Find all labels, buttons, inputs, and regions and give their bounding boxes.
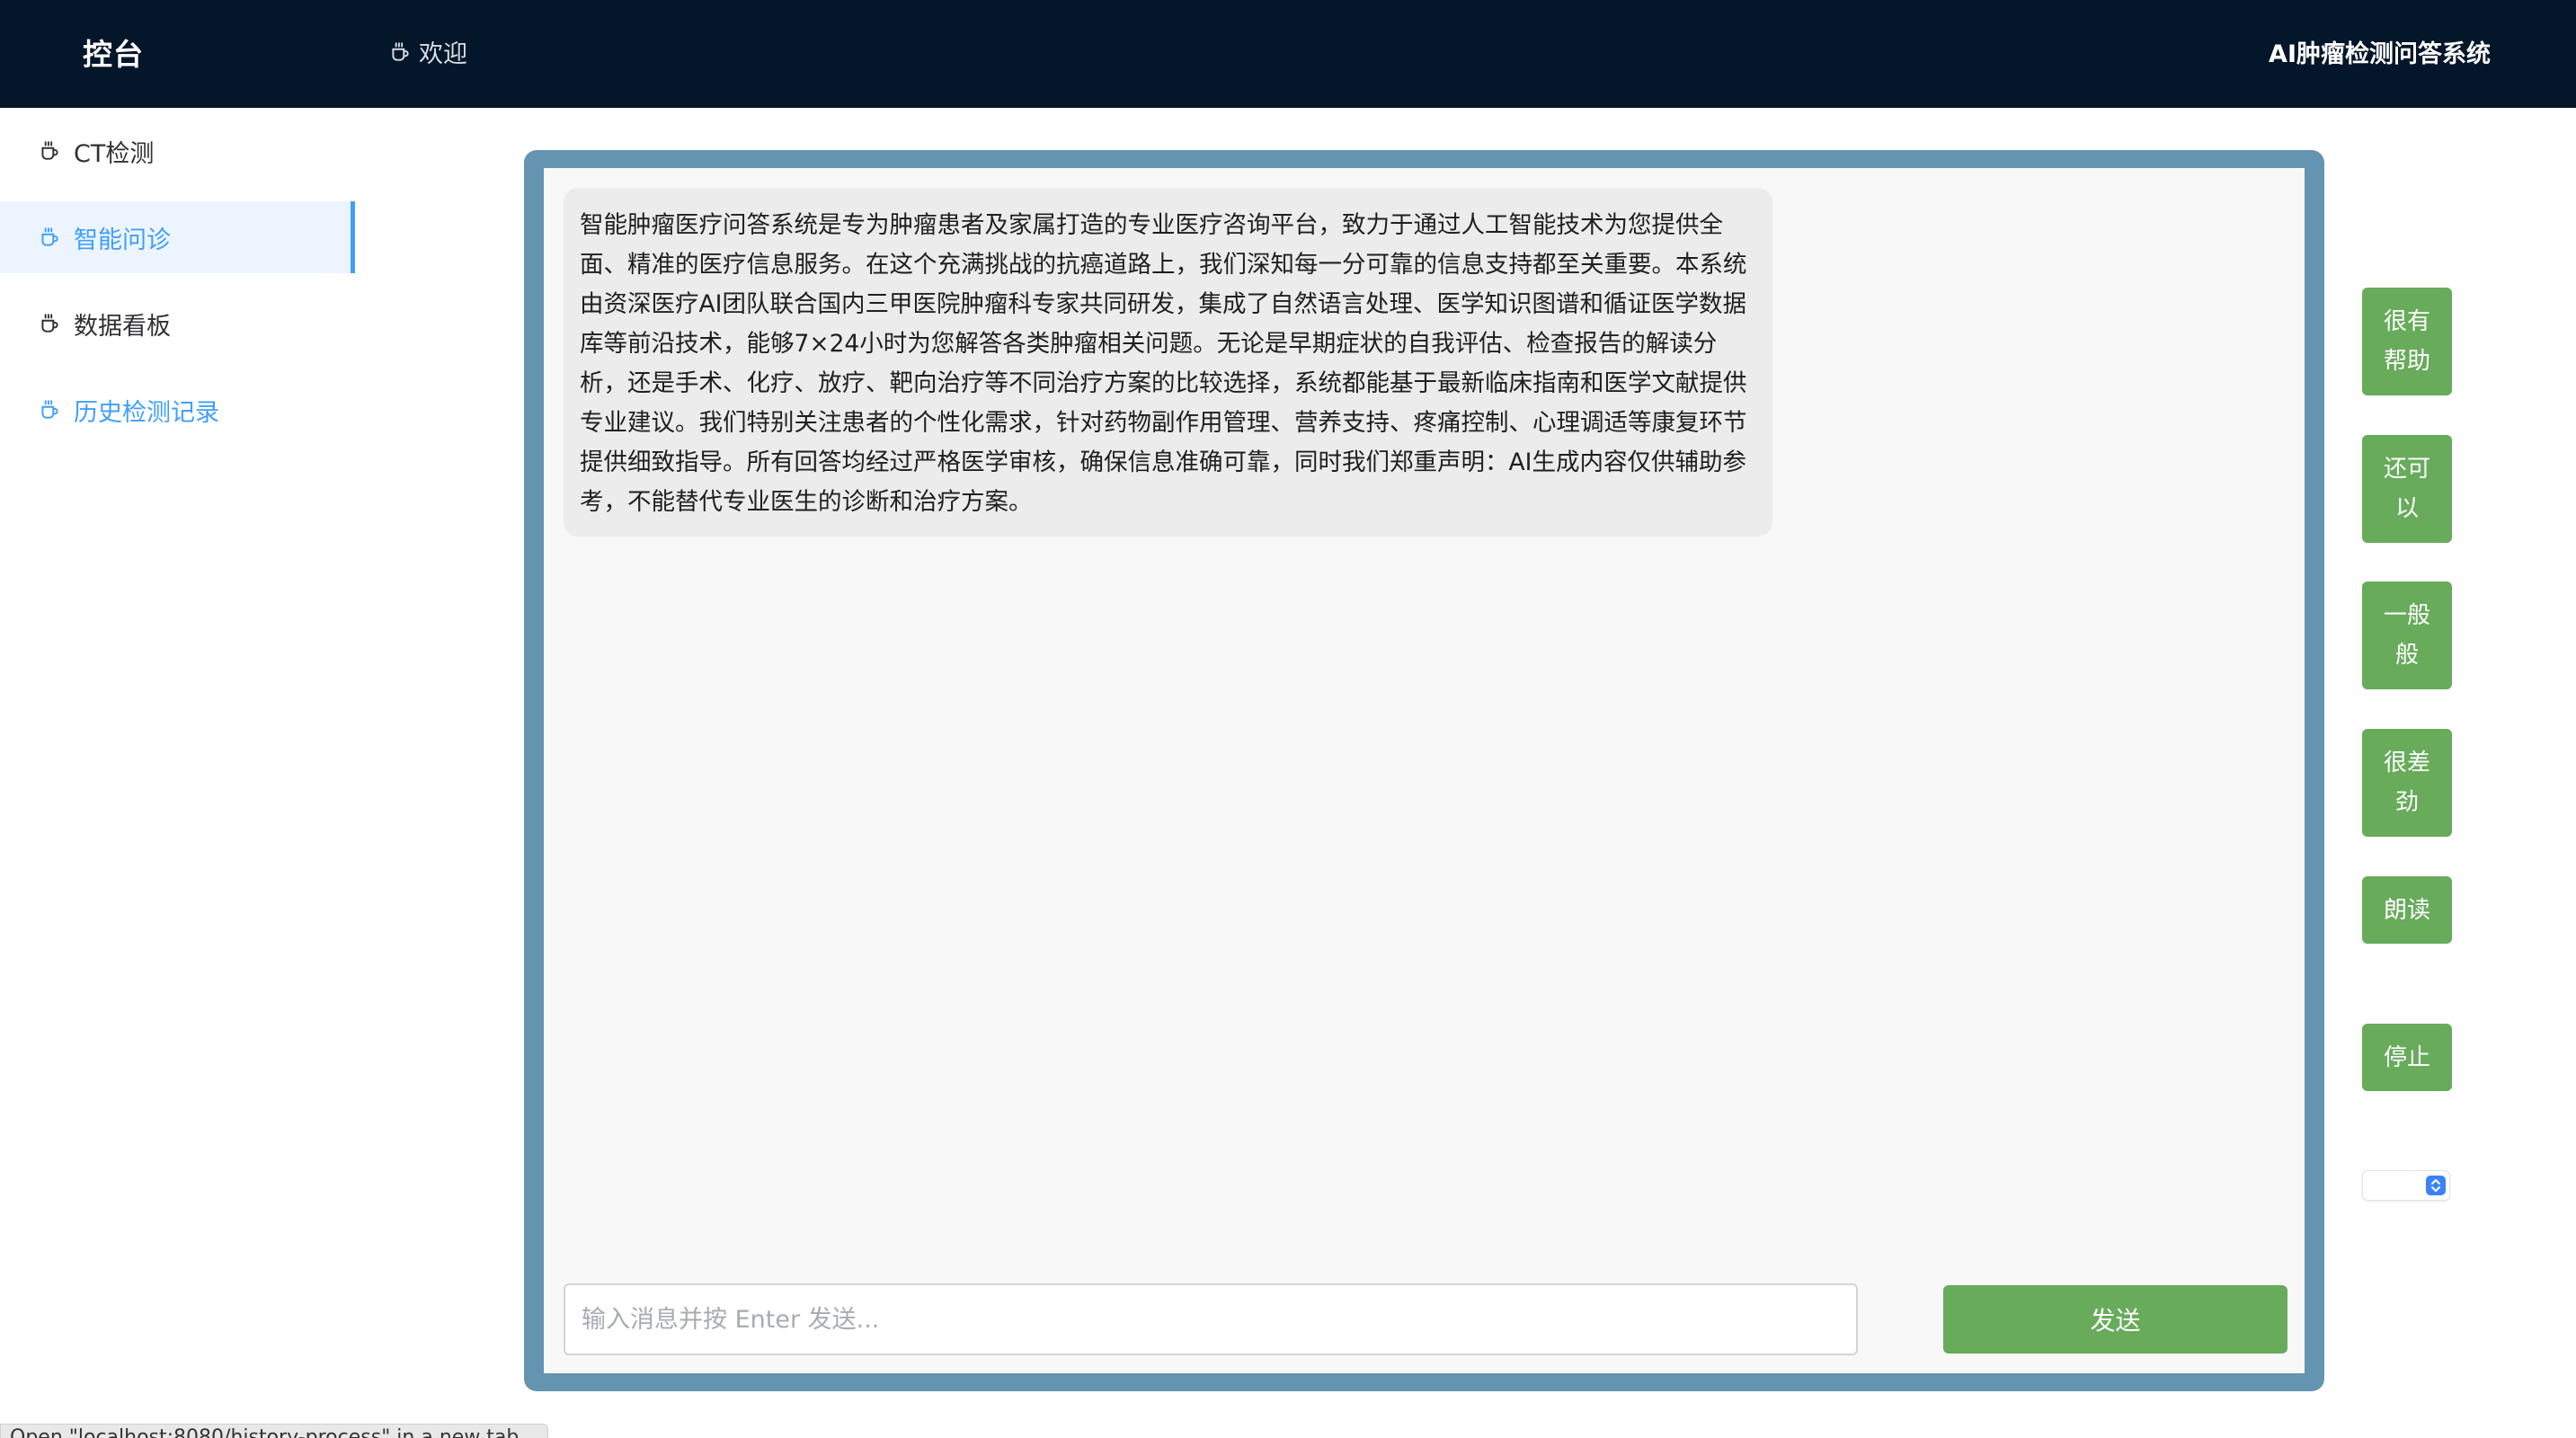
ok-button[interactable]: 还可以 — [2362, 435, 2452, 543]
voice-select[interactable] — [2362, 1170, 2450, 1201]
sidebar: CT检测 智能问诊 数据看板 历史检测记录 — [0, 108, 355, 1438]
poor-button[interactable]: 很差劲 — [2362, 729, 2452, 837]
top-navbar: 控台 欢迎 AI肿瘤检测问答系统 — [0, 0, 2576, 108]
sidebar-item-smart-consultation[interactable]: 智能问诊 — [0, 201, 355, 273]
coffee-cup-icon — [392, 41, 409, 61]
assistant-message-bubble: 智能肿瘤医疗问答系统是专为肿瘤患者及家属打造的专业医疗咨询平台，致力于通过人工智… — [564, 188, 1772, 537]
message-input[interactable] — [564, 1283, 1858, 1355]
tab-welcome[interactable]: 欢迎 — [388, 34, 467, 69]
coffee-cup-icon — [41, 227, 58, 246]
sidebar-item-ct-detection[interactable]: CT检测 — [0, 115, 355, 187]
brand-title: 控台 — [83, 37, 144, 72]
read-aloud-button[interactable]: 朗读 — [2362, 876, 2452, 944]
sidebar-item-label: 历史检测记录 — [74, 398, 219, 427]
sidebar-item-data-dashboard[interactable]: 数据看板 — [0, 288, 355, 360]
sidebar-item-label: CT检测 — [74, 139, 155, 168]
very-helpful-button[interactable]: 很有帮助 — [2362, 288, 2452, 395]
average-button[interactable]: 一般般 — [2362, 581, 2452, 689]
chat-panel: 智能肿瘤医疗问答系统是专为肿瘤患者及家属打造的专业医疗咨询平台，致力于通过人工智… — [524, 150, 2324, 1391]
chat-messages-area[interactable]: 智能肿瘤医疗问答系统是专为肿瘤患者及家属打造的专业医疗咨询平台，致力于通过人工智… — [544, 168, 2305, 1373]
chevron-updown-icon — [2426, 1176, 2446, 1195]
sidebar-item-label: 智能问诊 — [74, 226, 171, 254]
browser-status-bar: Open "localhost:8080/history-process" in… — [0, 1424, 548, 1438]
coffee-cup-icon — [41, 400, 58, 419]
coffee-cup-icon — [41, 141, 58, 160]
sidebar-item-history-records[interactable]: 历史检测记录 — [0, 374, 355, 446]
send-button[interactable]: 发送 — [1943, 1285, 2287, 1354]
coffee-cup-icon — [41, 314, 58, 333]
system-title: AI肿瘤检测问答系统 — [2269, 40, 2491, 68]
tab-welcome-label: 欢迎 — [419, 40, 467, 68]
stop-button[interactable]: 停止 — [2362, 1024, 2452, 1091]
sidebar-item-label: 数据看板 — [74, 312, 171, 341]
